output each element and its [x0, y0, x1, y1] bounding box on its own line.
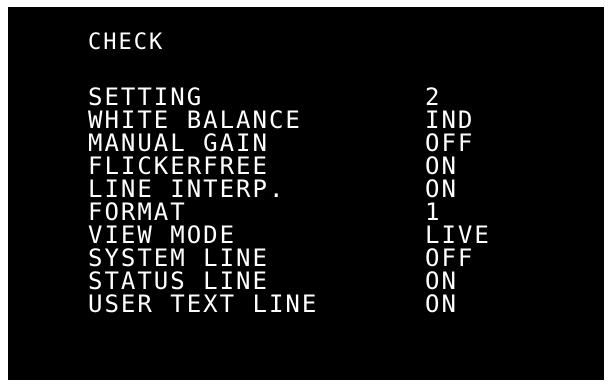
setting-row-status-line: STATUS LINE ON	[88, 268, 588, 295]
setting-row-white-balance: WHITE BALANCE IND	[88, 107, 588, 134]
menu-title: CHECK	[88, 30, 165, 55]
setting-row-line-interp: LINE INTERP. ON	[88, 176, 588, 203]
osd-screen: CHECK SETTING 2 WHITE BALANCE IND MANUAL…	[8, 7, 604, 380]
setting-row-system-line: SYSTEM LINE OFF	[88, 245, 588, 272]
setting-row-setting: SETTING 2	[88, 84, 588, 111]
setting-row-view-mode: VIEW MODE LIVE	[88, 222, 588, 249]
user-text-line-value: ON	[425, 290, 458, 318]
setting-row-manual-gain: MANUAL GAIN OFF	[88, 130, 588, 157]
setting-row-user-text-line: USER TEXT LINE ON	[88, 291, 588, 318]
setting-row-flickerfree: FLICKERFREE ON	[88, 153, 588, 180]
user-text-line-label: USER TEXT LINE	[88, 290, 319, 318]
setting-row-format: FORMAT 1	[88, 199, 588, 226]
settings-list: SETTING 2 WHITE BALANCE IND MANUAL GAIN …	[88, 84, 588, 318]
